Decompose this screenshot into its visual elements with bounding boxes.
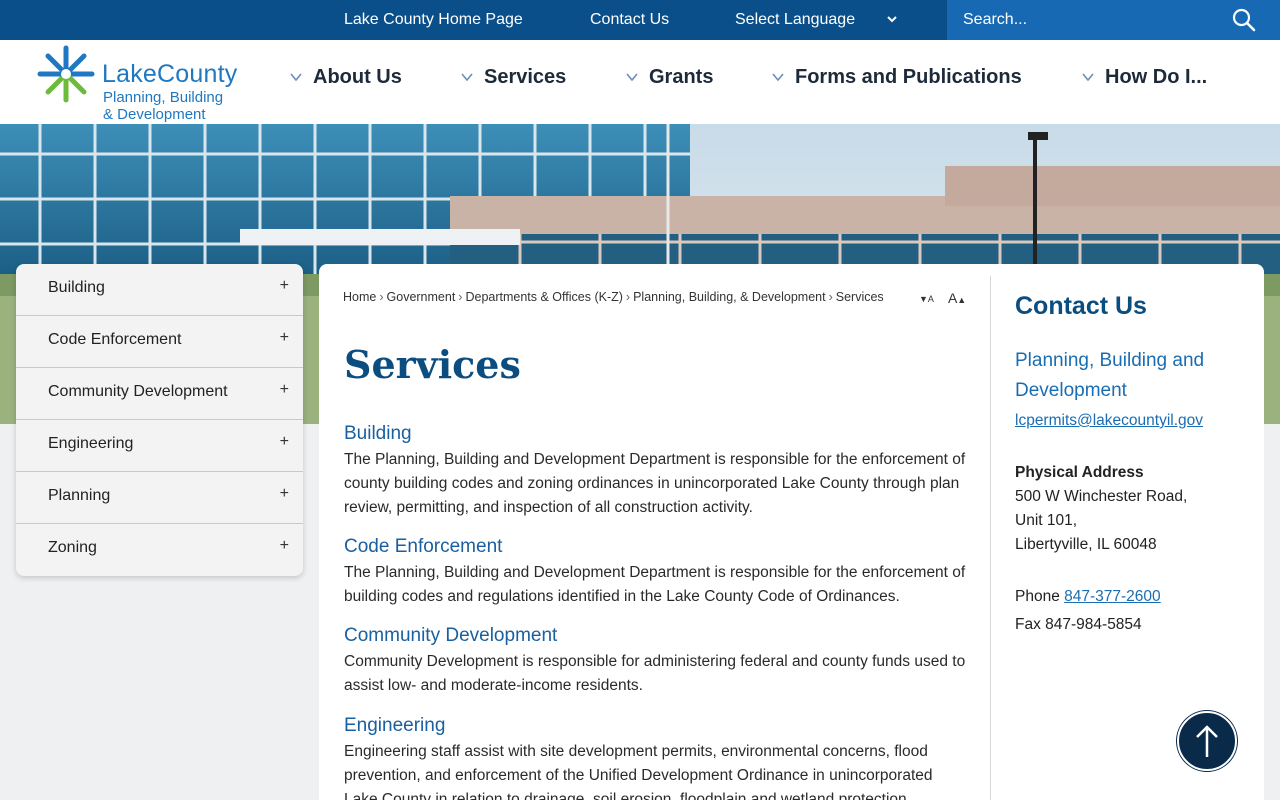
expand-plus-icon[interactable]: + (280, 485, 289, 503)
contact-us-link[interactable]: Contact Us (590, 0, 669, 40)
utility-bar: Lake County Home Page Contact Us Select … (0, 0, 1280, 40)
section-title-building[interactable]: Building (344, 423, 412, 445)
expand-plus-icon[interactable]: + (280, 277, 289, 295)
breadcrumb-separator: › (625, 290, 631, 304)
nav-label: Services (484, 65, 567, 88)
sidebar-item-zoning[interactable]: Zoning + (16, 524, 303, 576)
decrease-font-button[interactable]: ▼A (919, 290, 934, 306)
breadcrumb-current[interactable]: Services (836, 290, 884, 304)
nav-label: Forms and Publications (795, 65, 1022, 88)
sidebar-item-engineering[interactable]: Engineering + (16, 420, 303, 472)
sidebar-item-label: Zoning (48, 539, 97, 556)
section-text: The Planning, Building and Development D… (344, 564, 966, 605)
breadcrumb-separator: › (828, 290, 833, 304)
expand-plus-icon[interactable]: + (280, 381, 289, 399)
breadcrumb-link[interactable]: Departments & Offices (K-Z) (465, 290, 622, 304)
site-header: LakeCounty Planning, Building & Developm… (0, 40, 1280, 124)
sidebar-item-planning[interactable]: Planning + (16, 472, 303, 524)
address-line: Libertyville, IL 60048 (1015, 536, 1157, 553)
chevron-down-icon (772, 73, 784, 82)
section-text: The Planning, Building and Development D… (344, 451, 966, 516)
back-to-top-button[interactable] (1177, 711, 1237, 771)
contact-heading: Contact Us (1015, 292, 1147, 320)
logo-subtitle: & Development (103, 106, 206, 123)
lake-county-home-link[interactable]: Lake County Home Page (344, 0, 523, 40)
page-title: Services (344, 342, 521, 387)
phone-label: Phone (1015, 588, 1060, 605)
chevron-down-icon (461, 73, 473, 82)
contact-fax: Fax 847-984-5854 (1015, 616, 1142, 633)
breadcrumb-separator: › (458, 290, 463, 304)
decrease-font-label: A (927, 294, 934, 304)
sidebar-item-building[interactable]: Building + (16, 264, 303, 316)
nav-label: Grants (649, 65, 714, 88)
address-heading: Physical Address (1015, 464, 1144, 481)
section-title-engineering[interactable]: Engineering (344, 715, 445, 737)
nav-grants[interactable]: Grants (625, 62, 713, 92)
logo-subtitle: Planning, Building (103, 89, 224, 106)
arrow-up-icon (1196, 725, 1218, 757)
section-title-code-enforcement[interactable]: Code Enforcement (344, 536, 502, 558)
contact-department: Planning, Building and Development (1015, 350, 1205, 401)
nav-label: How Do I... (1105, 65, 1208, 88)
sidebar-item-label: Building (48, 279, 105, 296)
nav-label: About Us (313, 65, 402, 88)
expand-plus-icon[interactable]: + (280, 537, 289, 555)
select-language-dropdown[interactable]: Select Language (735, 0, 855, 40)
sidebar-item-label: Code Enforcement (48, 331, 182, 348)
nav-forms-and-publications[interactable]: Forms and Publications (771, 62, 1022, 92)
chevron-down-icon[interactable] (885, 12, 899, 26)
sidebar-item-label: Planning (48, 487, 111, 504)
section-text: Engineering staff assist with site devel… (344, 743, 933, 800)
search-input[interactable] (947, 0, 1227, 40)
nav-about-us[interactable]: About Us (289, 62, 402, 92)
expand-plus-icon[interactable]: + (280, 329, 289, 347)
breadcrumb-separator: › (379, 290, 384, 304)
side-navigation: Building + Code Enforcement + Community … (16, 264, 303, 576)
sidebar-item-code-enforcement[interactable]: Code Enforcement + (16, 316, 303, 368)
phone-link[interactable]: 847-377-2600 (1064, 588, 1161, 605)
increase-font-label: A (947, 290, 958, 306)
font-size-tools: ▼A A▲ (919, 290, 966, 306)
site-logo[interactable]: LakeCounty Planning, Building & Developm… (36, 44, 266, 123)
contact-phone: Phone 847-377-2600 (1015, 588, 1161, 606)
expand-plus-icon[interactable]: + (280, 433, 289, 451)
main-content-card: Home › Government › Departments & Offices (K… (319, 264, 1264, 800)
chevron-down-icon (1082, 73, 1094, 82)
increase-font-button[interactable]: A▲ (948, 290, 966, 306)
section-title-community-development[interactable]: Community Development (344, 625, 557, 647)
contact-email-link[interactable]: lcpermits@lakecountyil.gov (1015, 412, 1203, 430)
sidebar-item-community-development[interactable]: Community Development + (16, 368, 303, 420)
sidebar-item-label: Community Development (48, 383, 228, 400)
sidebar-item-label: Engineering (48, 435, 134, 452)
breadcrumb: Home › Government › Departments & Offices (K… (343, 290, 884, 304)
column-divider (990, 276, 991, 800)
chevron-down-icon (626, 73, 638, 82)
breadcrumb-link[interactable]: Government (387, 290, 456, 304)
logo-name: LakeCounty (102, 60, 238, 88)
breadcrumb-link[interactable]: Planning, Building, & Development (633, 290, 825, 304)
breadcrumb-link[interactable]: Home (343, 290, 376, 304)
nav-how-do-i[interactable]: How Do I... (1081, 62, 1207, 92)
address-line: Unit 101, (1015, 512, 1078, 529)
search-icon[interactable] (1231, 7, 1257, 33)
address-line: 500 W Winchester Road, (1015, 488, 1188, 505)
starburst-logo-icon (37, 45, 95, 103)
section-text: Community Development is responsible for… (344, 653, 966, 694)
search-box (947, 0, 1280, 40)
chevron-down-icon (290, 73, 302, 82)
nav-services[interactable]: Services (460, 62, 566, 92)
